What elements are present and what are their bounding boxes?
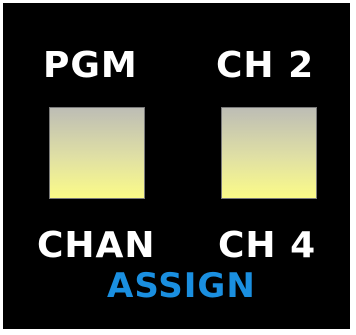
pgm-chan-assign-button[interactable] <box>49 107 145 199</box>
ch4-label: CH 4 <box>218 225 317 266</box>
channel-assign-panel: PGM CH 2 CHAN CH 4 ASSIGN <box>3 3 350 329</box>
assign-title: ASSIGN <box>107 266 256 306</box>
ch2-ch4-assign-button[interactable] <box>221 107 317 199</box>
ch2-label: CH 2 <box>216 45 315 86</box>
chan-label: CHAN <box>37 225 156 266</box>
pgm-label: PGM <box>43 45 138 86</box>
